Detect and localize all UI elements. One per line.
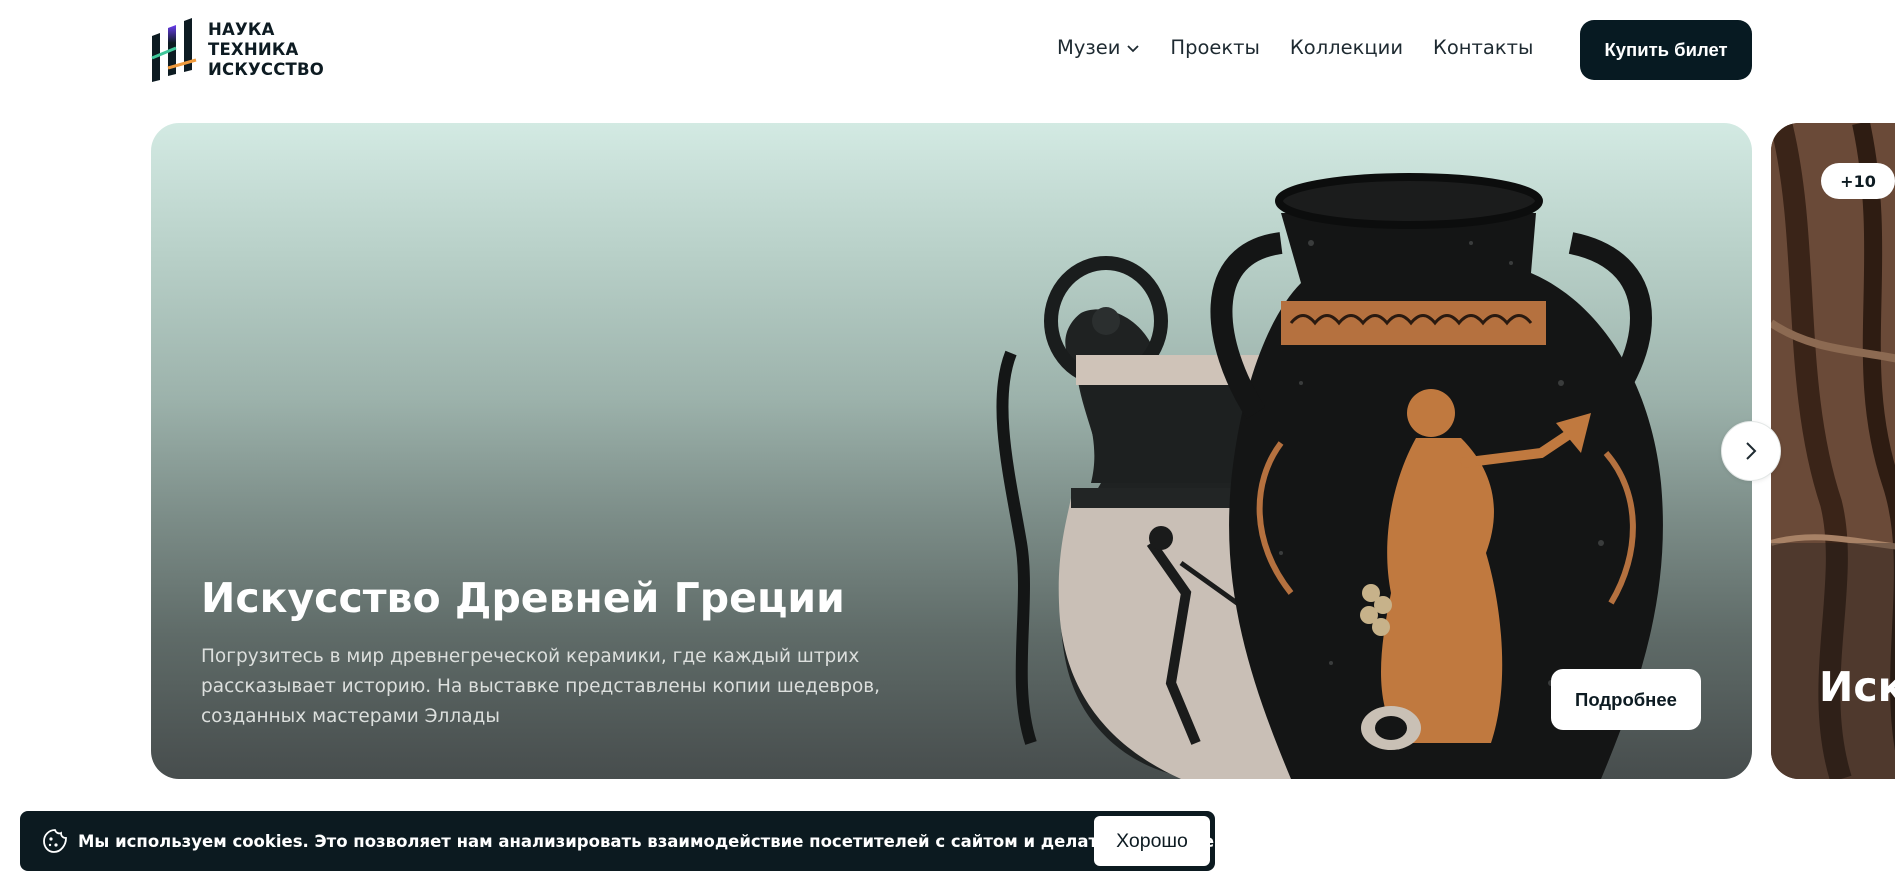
logo-line: ИСКУССТВО bbox=[208, 60, 325, 79]
count-badge: +10 bbox=[1821, 163, 1895, 199]
nav-item-projects[interactable]: Проекты bbox=[1170, 36, 1260, 59]
nav-item-label: Контакты bbox=[1433, 36, 1534, 59]
nav-item-label: Коллекции bbox=[1289, 36, 1404, 59]
nav-item-label: Проекты bbox=[1170, 36, 1260, 59]
cookie-icon bbox=[43, 829, 67, 853]
cookie-accept-button[interactable]: Хорошо bbox=[1094, 816, 1210, 866]
next-slide[interactable]: +10 Иск bbox=[1771, 123, 1895, 779]
cookie-banner: Мы используем cookies. Это позволяет нам… bbox=[20, 811, 1215, 871]
logo-line: НАУКА bbox=[208, 20, 275, 39]
logo-line: ТЕХНИКА bbox=[208, 40, 299, 59]
next-slide-title: Иск bbox=[1819, 663, 1895, 711]
hero-description: Погрузитесь в мир древнегреческой керами… bbox=[201, 646, 881, 727]
hero-title: Искусство Древней Греции bbox=[201, 574, 845, 622]
main-nav: Музеи Проекты Коллекции Контакты bbox=[1057, 36, 1533, 59]
nav-item-label: Музеи bbox=[1057, 36, 1121, 59]
logo-text: НАУКА ТЕХНИКА ИСКУССТВО bbox=[208, 20, 324, 80]
brand-stripes-logo bbox=[151, 18, 197, 82]
more-button[interactable]: Подробнее bbox=[1551, 669, 1701, 730]
buy-ticket-button[interactable]: Купить билет bbox=[1580, 20, 1752, 80]
chevron-right-icon bbox=[1746, 442, 1757, 460]
logo[interactable]: НАУКА ТЕХНИКА ИСКУССТВО bbox=[150, 18, 324, 82]
nav-item-collections[interactable]: Коллекции bbox=[1290, 36, 1403, 59]
nav-item-museums[interactable]: Музеи bbox=[1057, 36, 1140, 59]
cookie-text: Мы используем cookies. Это позволяет нам… bbox=[78, 831, 1215, 851]
chevron-down-icon bbox=[1127, 44, 1140, 52]
site-header: НАУКА ТЕХНИКА ИСКУССТВО Музеи Проекты Ко… bbox=[0, 0, 1895, 100]
carousel-next-button[interactable] bbox=[1721, 421, 1781, 481]
nav-item-contacts[interactable]: Контакты bbox=[1433, 36, 1533, 59]
hero-slide[interactable]: Искусство Древней Греции Погрузитесь в м… bbox=[151, 123, 1752, 779]
